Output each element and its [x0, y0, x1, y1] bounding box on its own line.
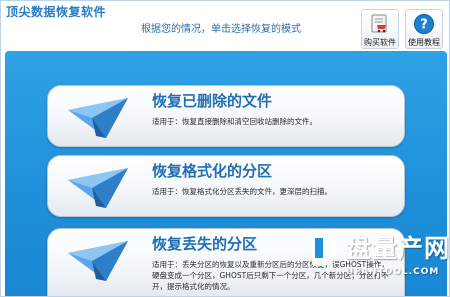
paper-plane-icon [68, 241, 128, 281]
option-title: 恢复已删除的文件 [152, 92, 273, 110]
app-title: 顶尖数据恢复软件 [6, 5, 107, 19]
buy-software-label: 购买软件 [364, 38, 396, 47]
recover-formatted-partition-option[interactable]: 恢复格式化的分区 适用于：恢复格式化分区丢失的文件，更深层的扫描。 [47, 155, 405, 217]
watermark-text: 盘量产网 [346, 234, 450, 263]
tutorial-button[interactable]: ? 使用教程 [405, 9, 443, 49]
usb-drive-logo-icon [312, 234, 336, 266]
recover-deleted-files-option[interactable]: 恢复已删除的文件 适用于：恢复直接删除和清空回收站删除的文件。 [47, 85, 405, 147]
help-icon: ? [414, 14, 434, 34]
buy-software-button[interactable]: 购买软件 [361, 9, 399, 49]
svg-text:?: ? [420, 18, 428, 33]
option-description: 适用于：恢复直接删除和清空回收站删除的文件。 [152, 117, 317, 126]
watermark-url: UPANTOOL.COM [346, 267, 440, 277]
option-title: 恢复格式化的分区 [152, 162, 273, 180]
header: 顶尖数据恢复软件 根据您的情况，单击选择恢复的模式 购买软件 ? 使用教程 [1, 1, 449, 49]
option-title: 恢复丢失的分区 [152, 235, 258, 253]
instruction-text: 根据您的情况，单击选择恢复的模式 [141, 24, 301, 35]
app-window: 顶尖数据恢复软件 根据您的情况，单击选择恢复的模式 购买软件 ? 使用教程 恢复… [0, 0, 450, 297]
paper-plane-icon [68, 98, 128, 138]
option-description: 适用于：恢复格式化分区丢失的文件，更深层的扫描。 [152, 187, 332, 196]
site-watermark: 盘量产网 UPANTOOL.COM [306, 227, 450, 296]
cart-icon [371, 14, 387, 33]
tutorial-label: 使用教程 [408, 38, 440, 47]
paper-plane-icon [68, 168, 128, 208]
